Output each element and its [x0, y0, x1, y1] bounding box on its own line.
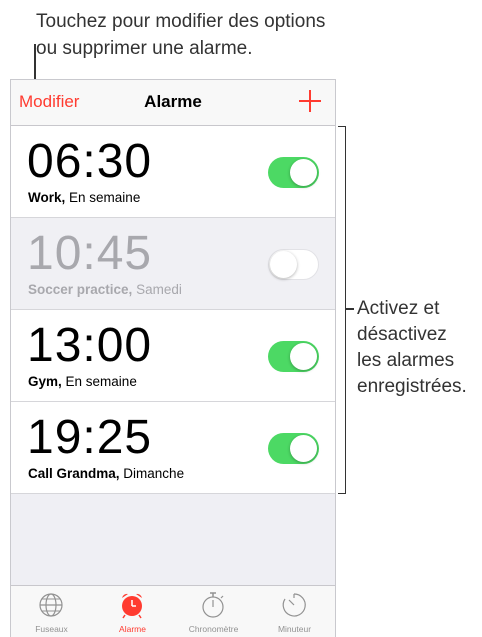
tab-fuseaux[interactable]: Fuseaux: [11, 586, 92, 637]
tab-label: Fuseaux: [35, 624, 68, 634]
tab-minuteur[interactable]: Minuteur: [254, 586, 335, 637]
toggle-knob: [290, 343, 317, 370]
callout-bracket-tick: [346, 308, 354, 310]
timer-icon: [282, 593, 306, 617]
tab-label: Minuteur: [277, 624, 312, 634]
stopwatch-icon: [202, 592, 224, 618]
alarm-label: Gym, En semaine: [28, 374, 137, 389]
callout-line: les alarmes: [357, 350, 455, 371]
callout-line: Activez et: [357, 298, 440, 319]
tab-label: Alarme: [119, 624, 146, 634]
tab-bar: Fuseaux Alarme Chronomètre Minuteur: [11, 585, 335, 637]
alarm-repeat: Dimanche: [123, 466, 185, 481]
phone-screen: Modifier Alarme 06:30 Work, En semaine 1…: [10, 79, 336, 637]
alarm-time: 06:30: [27, 135, 153, 188]
callout-line: désactivez: [357, 324, 447, 345]
alarm-label: Call Grandma, Dimanche: [28, 466, 184, 481]
alarm-list: 06:30 Work, En semaine 10:45 Soccer prac…: [11, 126, 335, 494]
toggle-knob: [290, 159, 317, 186]
toggle-knob: [270, 251, 297, 278]
callout-line: enregistrées.: [357, 376, 467, 397]
alarm-toggle[interactable]: [268, 249, 319, 280]
alarm-toggle[interactable]: [268, 341, 319, 372]
tab-label: Chronomètre: [188, 624, 239, 634]
alarm-label: Soccer practice, Samedi: [28, 282, 182, 297]
globe-icon: [39, 593, 63, 617]
callout-line: Touchez pour modifier des options: [36, 11, 326, 32]
alarm-row[interactable]: 19:25 Call Grandma, Dimanche: [11, 402, 335, 494]
callout-toggle-annotation: Activez et désactivez les alarmes enregi…: [357, 296, 479, 400]
alarm-name: Gym,: [28, 374, 62, 389]
alarm-time: 10:45: [27, 227, 153, 280]
callout-line: ou supprimer une alarme.: [36, 38, 253, 59]
alarm-row[interactable]: 10:45 Soccer practice, Samedi: [11, 218, 335, 310]
callout-edit-annotation: Touchez pour modifier des options ou sup…: [36, 8, 396, 62]
alarm-repeat: En semaine: [65, 374, 137, 389]
tab-alarme[interactable]: Alarme: [92, 586, 173, 637]
plus-icon[interactable]: [299, 90, 321, 112]
alarm-toggle[interactable]: [268, 157, 319, 188]
alarm-row[interactable]: 13:00 Gym, En semaine: [11, 310, 335, 402]
alarm-label: Work, En semaine: [28, 190, 140, 205]
alarm-name: Work,: [28, 190, 66, 205]
callout-bracket: [338, 126, 346, 494]
alarm-repeat: En semaine: [69, 190, 141, 205]
navigation-bar: Modifier Alarme: [11, 80, 335, 126]
alarm-name: Call Grandma,: [28, 466, 120, 481]
tab-chronometre[interactable]: Chronomètre: [173, 586, 254, 637]
alarm-time: 13:00: [27, 319, 153, 372]
alarm-time: 19:25: [27, 411, 153, 464]
toggle-knob: [290, 435, 317, 462]
alarm-name: Soccer practice,: [28, 282, 133, 297]
alarm-clock-icon: [122, 593, 142, 619]
alarm-row[interactable]: 06:30 Work, En semaine: [11, 126, 335, 218]
alarm-toggle[interactable]: [268, 433, 319, 464]
alarm-repeat: Samedi: [136, 282, 182, 297]
page-title: Alarme: [144, 92, 202, 111]
